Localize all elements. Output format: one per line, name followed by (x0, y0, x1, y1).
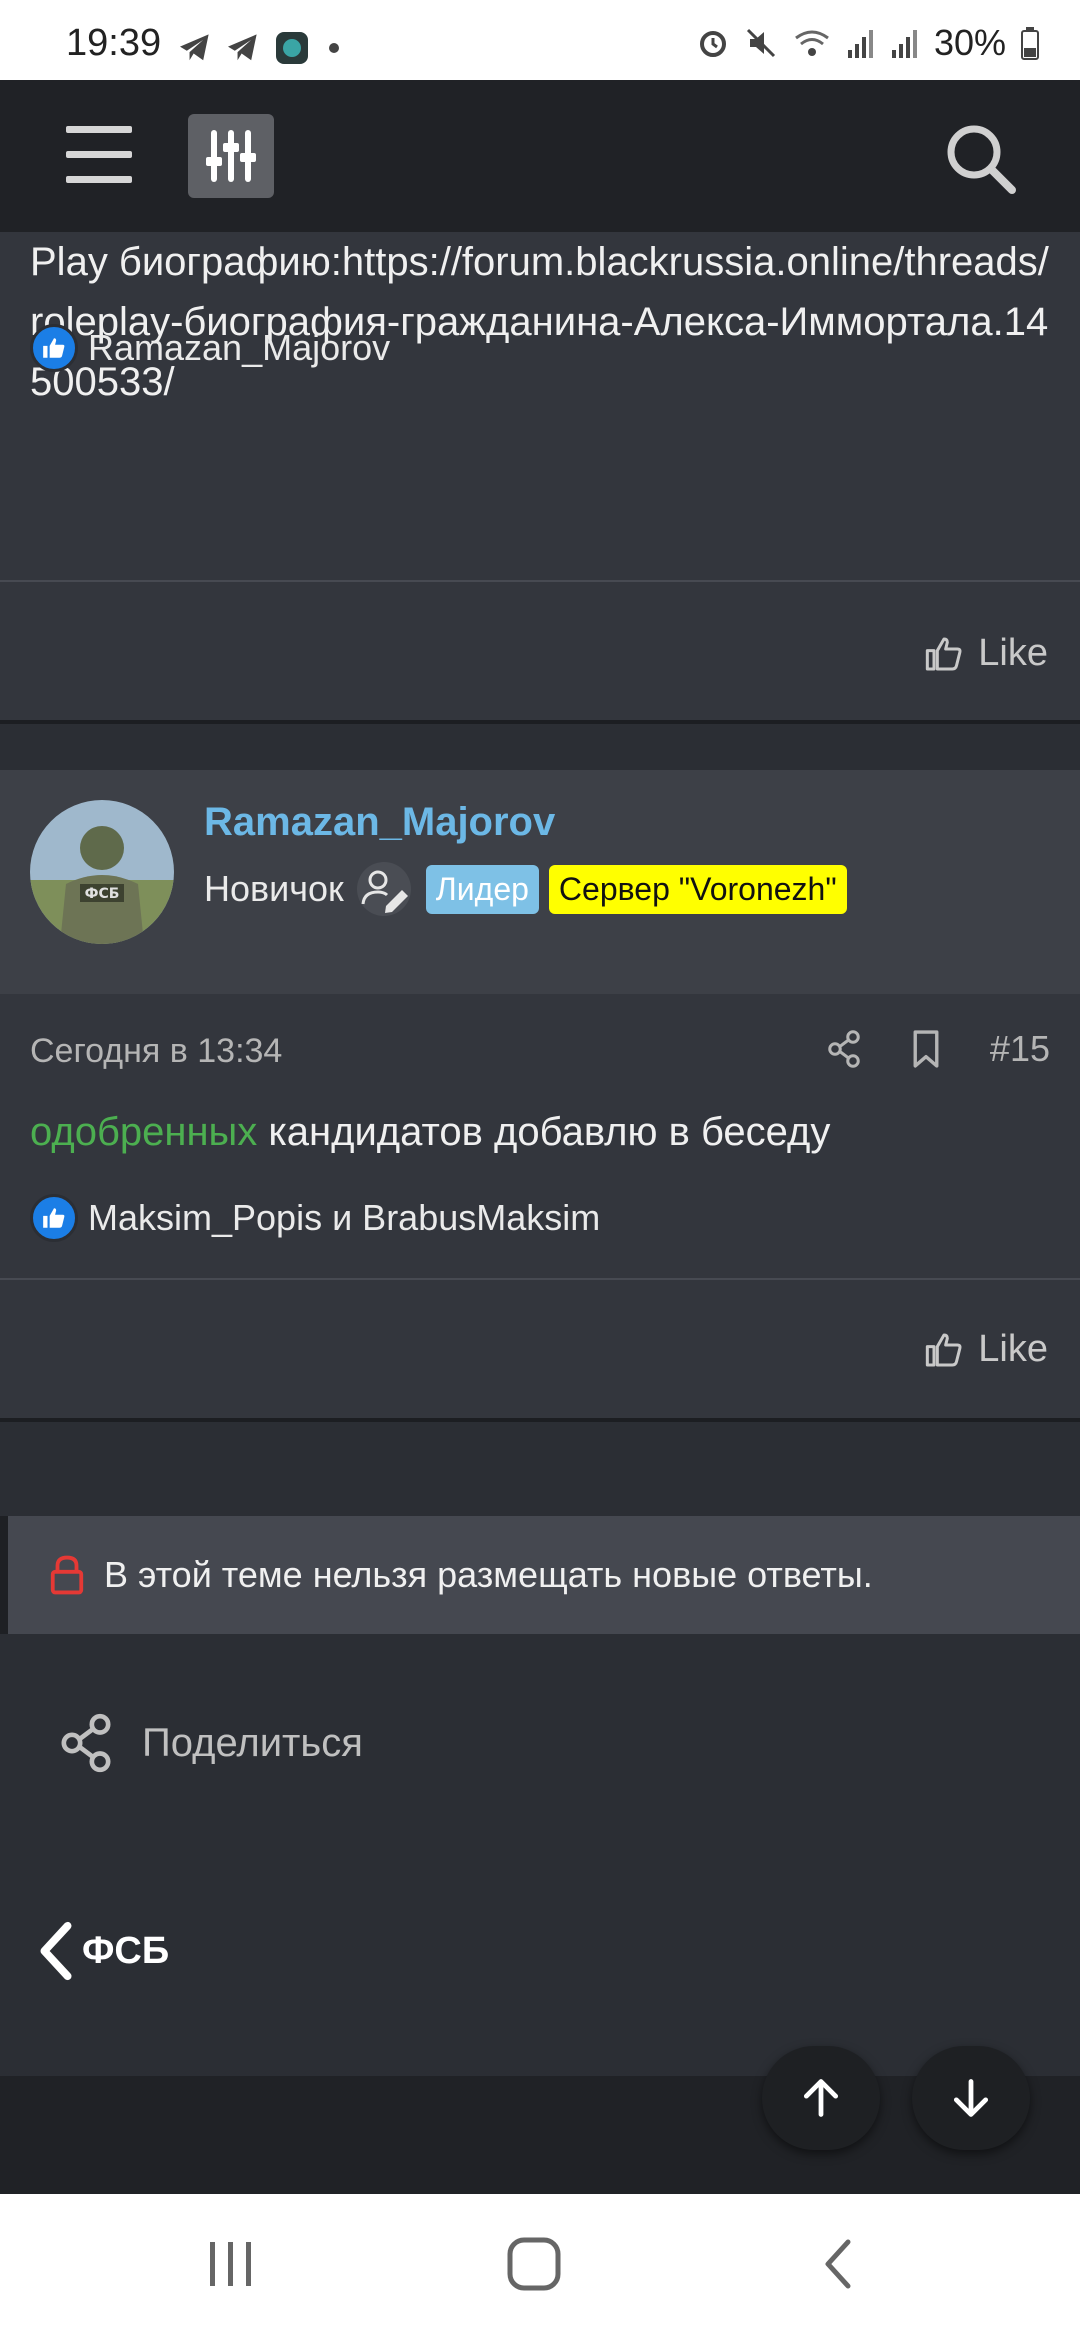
thumbs-up-icon (30, 324, 78, 372)
like-button[interactable]: Like (924, 632, 1048, 675)
username[interactable]: Ramazan_Majorov (204, 800, 555, 845)
reaction-users[interactable]: Maksim_Popis и BrabusMaksim (88, 1197, 600, 1239)
arrow-up-icon (803, 2079, 839, 2117)
system-nav-bar (0, 2194, 1080, 2340)
back-to-forum-link[interactable]: ФСБ (36, 1920, 169, 1982)
system-status: 30% (696, 22, 1040, 64)
mute-icon (746, 28, 775, 58)
post-user-header: ФСБ Ramazan_Majorov Новичок Лидер Сервер… (0, 770, 1080, 994)
like-icon (926, 1333, 962, 1366)
reaction-list[interactable]: Ramazan_Majorov (30, 324, 390, 372)
user-rank: Новичок (204, 868, 344, 909)
post-text: Play биографию:https://forum.blackrussia… (30, 240, 1049, 404)
badge-server: Сервер "Voronezh" (548, 864, 847, 914)
post-text: одобренных кандидатов добавлю в беседу (30, 1110, 830, 1155)
post-text-rest: кандидатов добавлю в беседу (257, 1110, 831, 1154)
alarm-icon (699, 31, 726, 57)
notification-icons (178, 30, 344, 66)
separator (0, 1418, 1080, 1422)
separator (0, 720, 1080, 724)
recent-apps-icon[interactable] (206, 2236, 256, 2292)
back-icon[interactable] (818, 2236, 858, 2292)
lock-icon (50, 1555, 84, 1595)
battery-percent: 30% (933, 22, 1006, 63)
status-bar: 19:39 30% (0, 0, 1080, 80)
signal-icon (891, 30, 917, 58)
like-label[interactable]: Like (978, 632, 1048, 675)
thumbs-up-icon (30, 1194, 78, 1242)
battery-icon (1021, 27, 1039, 60)
reaction-users[interactable]: Ramazan_Majorov (88, 327, 390, 369)
scroll-top-button[interactable] (762, 2046, 880, 2150)
sliders-icon (206, 130, 256, 182)
share-icon (61, 1713, 111, 1773)
share-icon[interactable] (826, 1029, 862, 1069)
avatar[interactable]: ФСБ (30, 800, 174, 944)
status-time: 19:39 (66, 22, 162, 64)
home-icon[interactable] (506, 2236, 562, 2292)
post-text-highlight: одобренных (30, 1110, 258, 1154)
badge-leader: Лидер (425, 864, 539, 914)
back-label[interactable]: ФСБ (82, 1930, 169, 1973)
closed-notice-text: В этой теме нельзя размещать новые ответ… (104, 1554, 873, 1595)
wifi-icon (795, 30, 829, 56)
app-icon (276, 32, 308, 64)
like-icon (926, 637, 962, 670)
thread-closed-notice: В этой теме нельзя размещать новые ответ… (0, 1516, 1080, 1634)
post-15: Сегодня в 13:34 #15 одобренных кандидато… (0, 994, 1080, 1278)
share-label[interactable]: Поделиться (142, 1721, 363, 1766)
svg-text:ФСБ: ФСБ (85, 886, 120, 902)
filter-button[interactable] (188, 114, 274, 198)
arrow-down-icon (953, 2079, 989, 2117)
user-meta: Новичок Лидер Сервер "Voronezh" (204, 862, 847, 916)
reaction-list[interactable]: Maksim_Popis и BrabusMaksim (30, 1194, 600, 1242)
post-date[interactable]: Сегодня в 13:34 (30, 1032, 282, 1071)
telegram-icon (228, 34, 257, 61)
dot-icon (329, 43, 339, 53)
scroll-bottom-button[interactable] (912, 2046, 1030, 2150)
signal-icon (847, 30, 873, 58)
post-actions: Like (0, 582, 1080, 722)
bookmark-icon[interactable] (910, 1029, 942, 1069)
search-icon[interactable] (942, 120, 1018, 196)
like-button[interactable]: Like (924, 1328, 1048, 1371)
share-button[interactable]: Поделиться (58, 1712, 363, 1774)
post-actions: Like (0, 1280, 1080, 1420)
user-edit-icon (356, 862, 411, 916)
post-number[interactable]: #15 (990, 1028, 1050, 1070)
telegram-icon (180, 34, 209, 61)
hamburger-icon[interactable] (66, 126, 132, 186)
post-tools: #15 (826, 1028, 1050, 1070)
chevron-left-icon (40, 1921, 72, 1981)
post-14: Play биографию:https://forum.blackrussia… (0, 232, 1080, 580)
forum-navbar (0, 80, 1080, 232)
like-label[interactable]: Like (978, 1328, 1048, 1371)
